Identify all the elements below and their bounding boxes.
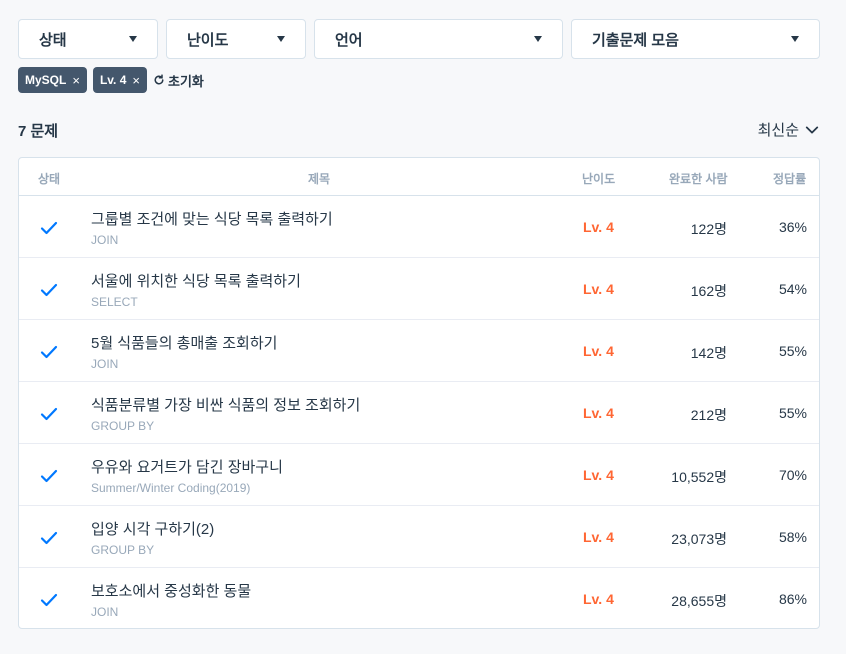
table-row: 그룹별 조건에 맞는 식당 목록 출력하기 JOIN Lv. 4 122명 36… [19, 196, 819, 258]
level-filter-dropdown[interactable]: 난이도 [166, 19, 306, 59]
reset-label: 초기화 [168, 73, 204, 89]
caret-down-icon [277, 36, 285, 42]
refresh-icon [154, 74, 164, 85]
table-body: 그룹별 조건에 맞는 식당 목록 출력하기 JOIN Lv. 4 122명 36… [19, 196, 819, 628]
header-level: 난이도 [582, 172, 616, 186]
solved-count: 122명 [690, 221, 727, 237]
header-title: 제목 [308, 172, 331, 186]
problem-level: Lv. 4 [583, 529, 614, 545]
problem-title-link[interactable]: 입양 시각 구하기(2) [91, 518, 214, 539]
collection-filter-label: 기출문제 모음 [592, 31, 679, 49]
problem-title-link[interactable]: 5월 식품들의 총매출 조회하기 [91, 332, 277, 353]
language-filter-label: 언어 [335, 31, 363, 49]
solved-count: 162명 [690, 283, 727, 299]
check-icon [40, 593, 58, 607]
chip-mysql[interactable]: MySQL × [18, 67, 87, 93]
filter-bar: 상태 난이도 언어 기출문제 모음 [18, 19, 820, 59]
header-rate: 정답률 [773, 172, 807, 186]
solved-count: 212명 [690, 407, 727, 423]
table-row: 서울에 위치한 식당 목록 출력하기 SELECT Lv. 4 162명 54% [19, 258, 819, 320]
table-row: 입양 시각 구하기(2) GROUP BY Lv. 4 23,073명 58% [19, 506, 819, 568]
table-row: 식품분류별 가장 비싼 식품의 정보 조회하기 GROUP BY Lv. 4 2… [19, 382, 819, 444]
problem-title-link[interactable]: 서울에 위치한 식당 목록 출력하기 [91, 270, 301, 291]
problem-category: GROUP BY [91, 419, 155, 433]
status-filter-dropdown[interactable]: 상태 [18, 19, 158, 59]
problem-title-link[interactable]: 우유와 요거트가 담긴 장바구니 [91, 456, 283, 477]
problem-level: Lv. 4 [583, 591, 614, 607]
collection-filter-dropdown[interactable]: 기출문제 모음 [571, 19, 820, 59]
table-header: 상태 제목 난이도 완료한 사람 정답률 [19, 158, 819, 196]
accuracy-rate: 70% [778, 467, 807, 483]
chevron-down-icon [805, 126, 819, 133]
problem-level: Lv. 4 [583, 219, 614, 235]
header-status: 상태 [38, 172, 61, 186]
accuracy-rate: 86% [778, 591, 807, 607]
sort-dropdown[interactable]: 최신순 [758, 119, 819, 140]
problem-level: Lv. 4 [583, 343, 614, 359]
solved-count: 23,073명 [671, 531, 727, 547]
check-icon [40, 407, 58, 421]
check-icon [40, 221, 58, 235]
solved-count: 10,552명 [671, 469, 727, 485]
chip-label: MySQL [25, 73, 67, 87]
check-icon [40, 531, 58, 545]
solved-count: 28,655명 [671, 593, 727, 609]
accuracy-rate: 54% [778, 281, 807, 297]
table-row: 우유와 요거트가 담긴 장바구니 Summer/Winter Coding(20… [19, 444, 819, 506]
problem-title-link[interactable]: 식품분류별 가장 비싼 식품의 정보 조회하기 [91, 394, 360, 415]
caret-down-icon [129, 36, 137, 42]
active-filter-chips: MySQL × Lv. 4 × 초기화 [18, 67, 204, 93]
accuracy-rate: 55% [778, 405, 807, 421]
caret-down-icon [534, 36, 542, 42]
close-icon[interactable]: × [132, 73, 140, 88]
accuracy-rate: 55% [778, 343, 807, 359]
caret-down-icon [791, 36, 799, 42]
problem-category: GROUP BY [91, 543, 155, 557]
problem-category: JOIN [91, 233, 119, 247]
language-filter-dropdown[interactable]: 언어 [314, 19, 563, 59]
close-icon[interactable]: × [72, 73, 80, 88]
problem-category: Summer/Winter Coding(2019) [91, 481, 251, 495]
reset-filters-button[interactable]: 초기화 [153, 71, 204, 90]
accuracy-rate: 36% [778, 219, 807, 235]
check-icon [40, 469, 58, 483]
problem-level: Lv. 4 [583, 467, 614, 483]
problem-level: Lv. 4 [583, 281, 614, 297]
status-filter-label: 상태 [39, 31, 67, 49]
chip-level[interactable]: Lv. 4 × [92, 67, 147, 93]
accuracy-rate: 58% [778, 529, 807, 545]
check-icon [40, 283, 58, 297]
level-filter-label: 난이도 [187, 31, 229, 49]
sort-label: 최신순 [757, 122, 799, 139]
problem-category: JOIN [91, 357, 119, 371]
solved-count: 142명 [690, 345, 727, 361]
problem-category: JOIN [91, 605, 119, 619]
problem-title-link[interactable]: 그룹별 조건에 맞는 식당 목록 출력하기 [91, 208, 333, 229]
chip-label: Lv. 4 [99, 73, 127, 87]
problem-table: 상태 제목 난이도 완료한 사람 정답률 그룹별 조건에 맞는 식당 목록 출력… [18, 157, 820, 629]
table-row: 보호소에서 중성화한 동물 JOIN Lv. 4 28,655명 86% [19, 568, 819, 628]
problem-category: SELECT [91, 295, 138, 309]
problem-title-link[interactable]: 보호소에서 중성화한 동물 [91, 580, 251, 601]
header-solved: 완료한 사람 [669, 172, 728, 186]
table-row: 5월 식품들의 총매출 조회하기 JOIN Lv. 4 142명 55% [19, 320, 819, 382]
problem-level: Lv. 4 [583, 405, 614, 421]
problem-count: 7 문제 [18, 123, 59, 140]
check-icon [40, 345, 58, 359]
